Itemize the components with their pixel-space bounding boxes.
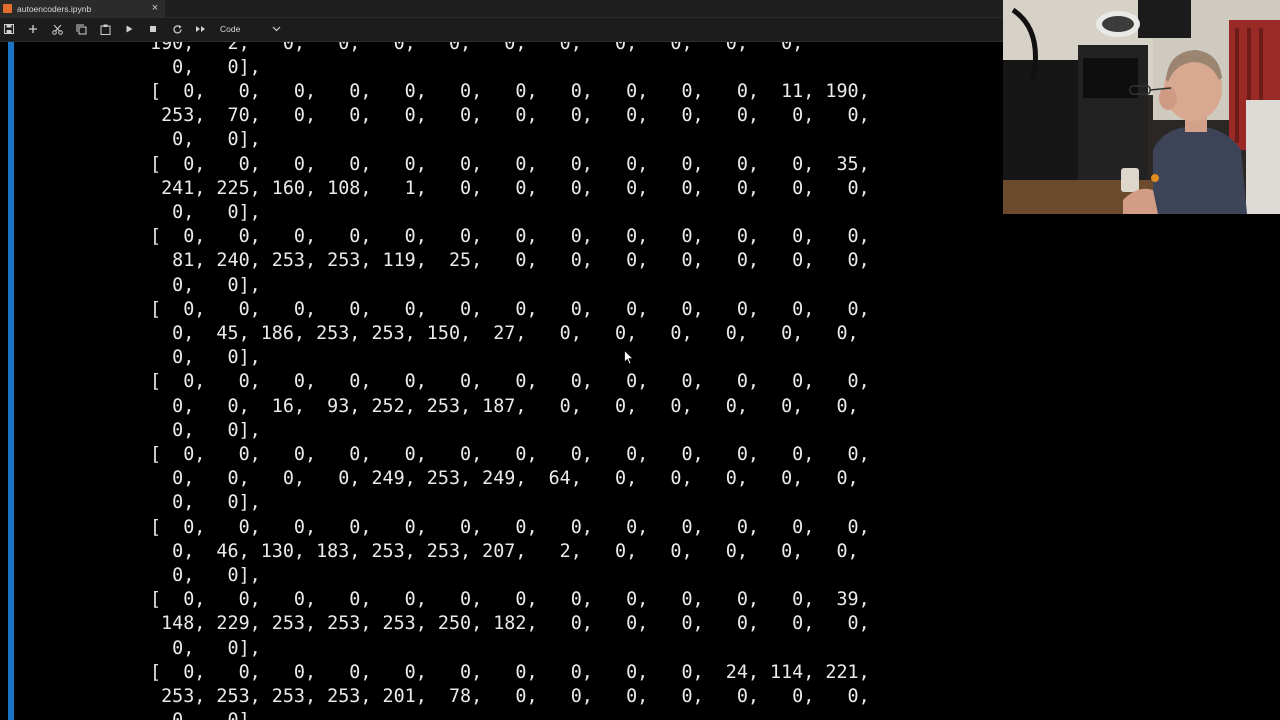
mouse-cursor-icon: [624, 349, 634, 370]
tab-title: autoencoders.ipynb: [17, 3, 92, 14]
close-icon[interactable]: ×: [148, 0, 162, 17]
run-icon[interactable]: [122, 22, 136, 36]
save-icon[interactable]: [2, 22, 16, 36]
run-all-icon[interactable]: [194, 22, 208, 36]
notebook-toolbar: Code: [0, 18, 1003, 42]
webcam-overlay: [1003, 0, 1280, 214]
cut-icon[interactable]: [50, 22, 64, 36]
add-cell-icon[interactable]: [26, 22, 40, 36]
cell-type-value: Code: [220, 24, 241, 34]
stop-icon[interactable]: [146, 22, 160, 36]
paste-icon[interactable]: [98, 22, 112, 36]
chevron-down-icon: [272, 26, 281, 32]
copy-icon[interactable]: [74, 22, 88, 36]
notebook-icon: [3, 4, 12, 13]
webcam-feed-image: [1003, 0, 1280, 214]
selected-cell-indicator: [8, 42, 14, 720]
cell-output-text: 190, 2, 0, 0, 0, 0, 0, 0, 0, 0, 0, 0, 0,…: [150, 42, 870, 720]
restart-icon[interactable]: [170, 22, 184, 36]
notebook-tab[interactable]: autoencoders.ipynb ×: [0, 0, 165, 17]
cell-type-select[interactable]: Code: [220, 22, 281, 36]
tab-bar: autoencoders.ipynb ×: [0, 0, 1003, 18]
cell-output-area: 190, 2, 0, 0, 0, 0, 0, 0, 0, 0, 0, 0, 0,…: [0, 42, 1003, 720]
